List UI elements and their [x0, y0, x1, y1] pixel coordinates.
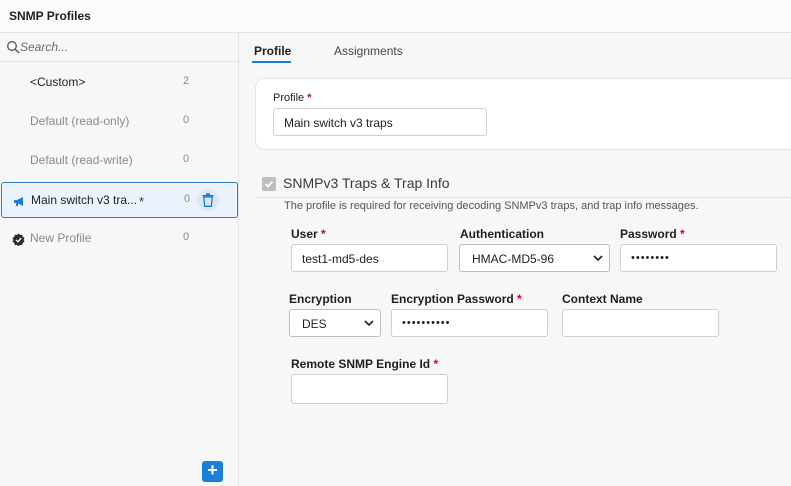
- megaphone-icon: [14, 197, 23, 206]
- sidebar-item-count: 0: [183, 231, 190, 243]
- sidebar-item-label: <Custom>: [30, 75, 86, 89]
- password-input[interactable]: ••••••••: [620, 244, 777, 272]
- sidebar-item-label: Default (read-write): [30, 153, 133, 167]
- trash-icon: [202, 193, 214, 207]
- section-divider: [257, 197, 791, 198]
- section-title: SNMPv3 Traps & Trap Info: [283, 175, 450, 191]
- encryption-select[interactable]: DES: [289, 309, 381, 337]
- sidebar-item-main-switch-v3-traps[interactable]: Main switch v3 tra... * 0: [1, 182, 238, 218]
- active-tab-indicator: [252, 61, 291, 63]
- user-input[interactable]: test1-md5-des: [291, 244, 448, 272]
- unsaved-marker: *: [139, 194, 145, 209]
- remote-engine-id-label: Remote SNMP Engine Id *: [291, 357, 438, 371]
- context-name-input[interactable]: [562, 309, 719, 337]
- remote-engine-id-label-text: Remote SNMP Engine Id: [291, 357, 431, 371]
- sidebar-item-default-read-write[interactable]: Default (read-write) 0: [0, 142, 238, 180]
- profile-card: Profile * Main switch v3 traps: [255, 78, 791, 150]
- search-bar: [0, 33, 238, 62]
- sidebar-item-count: 0: [183, 114, 190, 126]
- encryption-password-input[interactable]: ••••••••••: [391, 309, 548, 337]
- chevron-down-icon: [593, 255, 603, 262]
- remote-engine-id-input[interactable]: [291, 374, 448, 404]
- window-title: SNMP Profiles: [9, 9, 91, 23]
- tab-assignments[interactable]: Assignments: [334, 44, 403, 58]
- authentication-select[interactable]: HMAC-MD5-96: [459, 244, 610, 272]
- encryption-password-label-text: Encryption Password: [391, 292, 514, 306]
- required-marker: *: [433, 357, 439, 371]
- sidebar-item-label: New Profile: [30, 231, 92, 245]
- sidebar-item-new-profile[interactable]: New Profile 0: [0, 220, 238, 258]
- password-label-text: Password: [620, 227, 677, 241]
- user-label: User *: [291, 227, 326, 241]
- sidebar-item-count: 0: [183, 153, 190, 165]
- sidebar-item-count: 0: [184, 193, 191, 205]
- required-marker: *: [517, 292, 522, 306]
- profile-label: Profile *: [273, 92, 312, 104]
- profile-editor: Profile Assignments Profile * Main switc…: [239, 33, 791, 486]
- password-label: Password *: [620, 227, 685, 241]
- section-enabled-checkbox[interactable]: [262, 177, 276, 191]
- delete-profile-button[interactable]: [197, 189, 219, 211]
- search-input[interactable]: [20, 38, 230, 56]
- section-description: The profile is required for receiving de…: [284, 200, 699, 212]
- checkmark-icon: [264, 180, 274, 188]
- sidebar-item-custom[interactable]: <Custom> 2: [0, 64, 238, 102]
- profile-name-input[interactable]: Main switch v3 traps: [273, 108, 487, 136]
- required-marker: *: [680, 227, 685, 241]
- add-profile-button[interactable]: +: [202, 461, 223, 482]
- sidebar-item-count: 2: [183, 75, 190, 87]
- required-marker: *: [307, 92, 312, 104]
- profile-label-text: Profile: [273, 92, 305, 104]
- profile-sidebar: <Custom> 2 Default (read-only) 0 Default…: [0, 33, 239, 486]
- search-icon: [7, 41, 20, 54]
- sidebar-item-default-read-only[interactable]: Default (read-only) 0: [0, 103, 238, 141]
- chevron-down-icon: [364, 320, 374, 327]
- authentication-label: Authentication: [460, 227, 544, 241]
- check-badge-icon: [12, 233, 25, 246]
- title-bar: SNMP Profiles: [0, 0, 791, 33]
- encryption-label: Encryption: [289, 292, 352, 306]
- sidebar-item-label: Default (read-only): [30, 114, 130, 128]
- required-marker: *: [321, 227, 326, 241]
- encryption-value: DES: [302, 317, 327, 331]
- sidebar-item-label: Main switch v3 tra...: [31, 193, 138, 207]
- encryption-password-label: Encryption Password *: [391, 292, 522, 306]
- tab-profile[interactable]: Profile: [254, 44, 291, 58]
- user-label-text: User: [291, 227, 318, 241]
- authentication-value: HMAC-MD5-96: [472, 252, 555, 266]
- context-name-label: Context Name: [562, 292, 643, 306]
